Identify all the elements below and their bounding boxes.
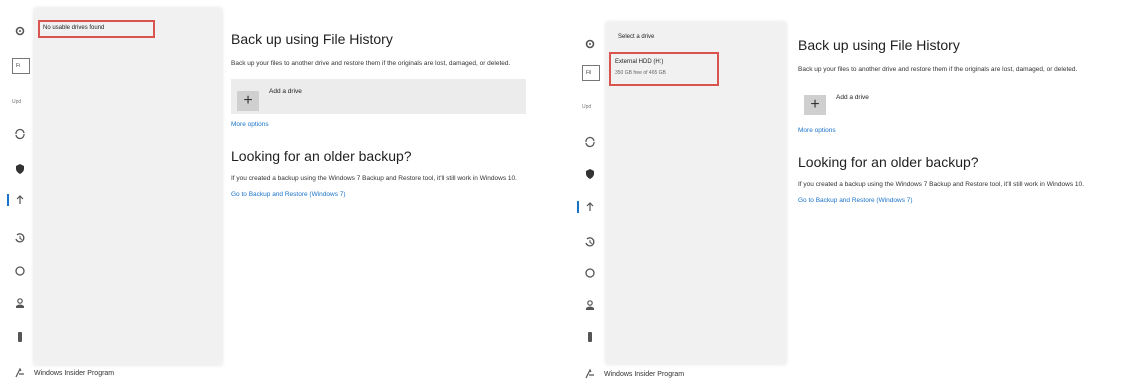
- sync-icon[interactable]: [14, 128, 26, 140]
- page-title: Back up using File History: [798, 37, 960, 53]
- backup-arrow-icon[interactable]: [584, 201, 596, 213]
- right-screenshot-panel: Fil Upd Windows Insider Program Select a…: [570, 0, 1130, 392]
- windows-insider-program-item[interactable]: Windows Insider Program: [14, 367, 114, 379]
- insider-label: Windows Insider Program: [34, 369, 115, 377]
- no-drives-message: No usable drives found: [43, 25, 105, 31]
- settings-gear-icon[interactable]: [584, 38, 596, 50]
- settings-gear-icon[interactable]: [14, 25, 26, 37]
- older-backup-heading: Looking for an older backup?: [231, 148, 412, 164]
- file-history-content: Back up using File History Back up your …: [231, 31, 526, 198]
- backup-arrow-icon[interactable]: [14, 194, 26, 206]
- page-title: Back up using File History: [231, 31, 393, 47]
- settings-nav: Fil Upd: [570, 0, 610, 392]
- history-icon[interactable]: [14, 232, 26, 244]
- left-screenshot-panel: Fi Upd Windows Insider Program No usable…: [0, 0, 555, 392]
- older-backup-heading: Looking for an older backup?: [798, 154, 979, 170]
- insider-icon: [584, 368, 596, 380]
- circle-icon[interactable]: [14, 265, 26, 277]
- shield-icon[interactable]: [584, 168, 596, 180]
- more-options-link[interactable]: More options: [798, 127, 1093, 134]
- description-text: Back up your files to another drive and …: [231, 60, 511, 67]
- nav-selected-indicator: [577, 201, 579, 213]
- file-history-content: Back up using File History Back up your …: [798, 37, 1093, 204]
- insider-icon: [14, 367, 26, 379]
- add-drive-button[interactable]: + Add a drive: [798, 85, 1093, 120]
- person-icon[interactable]: [584, 299, 596, 311]
- older-backup-description: If you created a backup using the Window…: [798, 181, 1084, 188]
- drive-name: External HDD (H:): [615, 59, 664, 65]
- select-drive-header: Select a drive: [618, 34, 655, 40]
- nav-section-heading: Upd: [582, 104, 592, 110]
- circle-icon[interactable]: [584, 267, 596, 279]
- add-drive-button[interactable]: + Add a drive: [231, 79, 526, 114]
- history-icon[interactable]: [584, 236, 596, 248]
- add-drive-label: Add a drive: [269, 88, 302, 95]
- search-input-text: Fi: [16, 63, 21, 69]
- description-text: Back up your files to another drive and …: [798, 66, 1078, 73]
- nav-selected-indicator: [7, 194, 9, 206]
- search-input-text: Fil: [586, 70, 592, 76]
- restore-link[interactable]: Go to Backup and Restore (Windows 7): [798, 197, 1093, 204]
- person-icon[interactable]: [14, 297, 26, 309]
- restore-link[interactable]: Go to Backup and Restore (Windows 7): [231, 191, 526, 198]
- shield-icon[interactable]: [14, 163, 26, 175]
- nav-section-heading: Upd: [12, 99, 22, 105]
- older-backup-description: If you created a backup using the Window…: [231, 175, 517, 182]
- plus-icon: +: [237, 91, 259, 111]
- drive-flyout: Select a drive External HDD (H:) 350 GB …: [606, 22, 786, 364]
- drive-flyout: No usable drives found: [34, 8, 222, 365]
- more-options-link[interactable]: More options: [231, 121, 526, 128]
- sync-icon[interactable]: [584, 136, 596, 148]
- plus-icon: +: [804, 95, 826, 115]
- drive-free-space: 350 GB free of 465 GB: [615, 70, 666, 76]
- settings-search-input[interactable]: Fi: [12, 58, 30, 74]
- add-drive-label: Add a drive: [836, 94, 869, 101]
- external-hdd-option[interactable]: External HDD (H:) 350 GB free of 465 GB: [613, 56, 715, 82]
- settings-search-input[interactable]: Fil: [582, 65, 600, 81]
- key-icon[interactable]: [584, 331, 596, 343]
- insider-label: Windows Insider Program: [604, 370, 685, 378]
- windows-insider-program-item[interactable]: Windows Insider Program: [584, 368, 684, 380]
- key-icon[interactable]: [14, 331, 26, 343]
